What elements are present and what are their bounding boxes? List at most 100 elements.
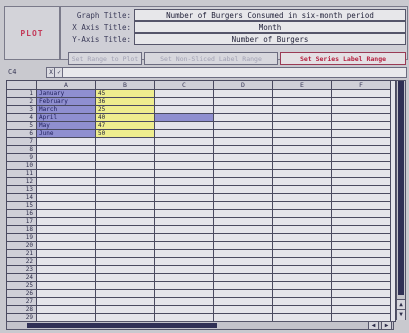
row-header[interactable]: 16	[7, 210, 37, 218]
cell-d7[interactable]	[214, 138, 273, 146]
row-header[interactable]: 14	[7, 194, 37, 202]
cell-c16[interactable]	[155, 210, 214, 218]
cell-a9[interactable]	[37, 154, 96, 162]
cell-e3[interactable]	[273, 106, 332, 114]
cell-e21[interactable]	[273, 250, 332, 258]
cell-f3[interactable]	[332, 106, 391, 114]
cell-f20[interactable]	[332, 242, 391, 250]
cell-f8[interactable]	[332, 146, 391, 154]
cell-c20[interactable]	[155, 242, 214, 250]
cell-d18[interactable]	[214, 226, 273, 234]
cell-b12[interactable]	[96, 178, 155, 186]
cell-d27[interactable]	[214, 298, 273, 306]
row-header[interactable]: 4	[7, 114, 37, 122]
row-header[interactable]: 15	[7, 202, 37, 210]
cell-b23[interactable]	[96, 266, 155, 274]
row-header[interactable]: 10	[7, 162, 37, 170]
cell-c24[interactable]	[155, 274, 214, 282]
cell-d19[interactable]	[214, 234, 273, 242]
x-axis-title-field[interactable]: Month	[134, 21, 406, 33]
cell-e25[interactable]	[273, 282, 332, 290]
set-series-label-range-button[interactable]: Set Series Label Range	[280, 52, 406, 65]
cell-a27[interactable]	[37, 298, 96, 306]
cell-f23[interactable]	[332, 266, 391, 274]
cell-b18[interactable]	[96, 226, 155, 234]
cell-b3[interactable]: 25	[96, 106, 155, 114]
cell-b1[interactable]: 45	[96, 90, 155, 98]
cell-b8[interactable]	[96, 146, 155, 154]
row-header[interactable]: 22	[7, 258, 37, 266]
cell-c9[interactable]	[155, 154, 214, 162]
cell-d3[interactable]	[214, 106, 273, 114]
cell-b6[interactable]: 50	[96, 130, 155, 138]
cell-a25[interactable]	[37, 282, 96, 290]
cell-b9[interactable]	[96, 154, 155, 162]
cell-d25[interactable]	[214, 282, 273, 290]
cell-f18[interactable]	[332, 226, 391, 234]
cell-c26[interactable]	[155, 290, 214, 298]
vertical-scroll-thumb[interactable]	[398, 81, 404, 295]
cell-e7[interactable]	[273, 138, 332, 146]
cell-f19[interactable]	[332, 234, 391, 242]
cell-a8[interactable]	[37, 146, 96, 154]
cell-e19[interactable]	[273, 234, 332, 242]
cell-a19[interactable]	[37, 234, 96, 242]
set-non-sliced-label-range-button[interactable]: Set Non-Sliced Label Range	[144, 52, 278, 65]
row-header[interactable]: 5	[7, 122, 37, 130]
cell-f6[interactable]	[332, 130, 391, 138]
cell-e23[interactable]	[273, 266, 332, 274]
column-header-f[interactable]: F	[332, 81, 391, 90]
cell-e16[interactable]	[273, 210, 332, 218]
cell-d6[interactable]	[214, 130, 273, 138]
cell-c28[interactable]	[155, 306, 214, 314]
vertical-scrollbar[interactable]: ▲ ▼	[396, 80, 406, 320]
cell-b11[interactable]	[96, 170, 155, 178]
cell-d2[interactable]	[214, 98, 273, 106]
cell-b10[interactable]	[96, 162, 155, 170]
cell-b2[interactable]: 36	[96, 98, 155, 106]
cell-e27[interactable]	[273, 298, 332, 306]
cell-a17[interactable]	[37, 218, 96, 226]
row-header[interactable]: 21	[7, 250, 37, 258]
cell-a18[interactable]	[37, 226, 96, 234]
cell-e22[interactable]	[273, 258, 332, 266]
cell-b14[interactable]	[96, 194, 155, 202]
cell-c27[interactable]	[155, 298, 214, 306]
row-header[interactable]: 1	[7, 90, 37, 98]
cell-a14[interactable]	[37, 194, 96, 202]
cell-a4[interactable]: April	[37, 114, 96, 122]
row-header[interactable]: 28	[7, 306, 37, 314]
cell-b24[interactable]	[96, 274, 155, 282]
cell-d13[interactable]	[214, 186, 273, 194]
cell-a5[interactable]: May	[37, 122, 96, 130]
cell-d21[interactable]	[214, 250, 273, 258]
cell-f27[interactable]	[332, 298, 391, 306]
scroll-left-arrow[interactable]: ◀	[368, 321, 379, 330]
cell-a22[interactable]	[37, 258, 96, 266]
cell-f17[interactable]	[332, 218, 391, 226]
cell-b13[interactable]	[96, 186, 155, 194]
cell-b21[interactable]	[96, 250, 155, 258]
cell-e26[interactable]	[273, 290, 332, 298]
cell-a21[interactable]	[37, 250, 96, 258]
cell-f25[interactable]	[332, 282, 391, 290]
cell-a13[interactable]	[37, 186, 96, 194]
cell-a20[interactable]	[37, 242, 96, 250]
cell-a6[interactable]: June	[37, 130, 96, 138]
cell-a28[interactable]	[37, 306, 96, 314]
cell-c12[interactable]	[155, 178, 214, 186]
cell-d28[interactable]	[214, 306, 273, 314]
cell-edit-field[interactable]	[62, 67, 407, 78]
column-header-c[interactable]: C	[155, 81, 214, 90]
cell-f10[interactable]	[332, 162, 391, 170]
cell-c8[interactable]	[155, 146, 214, 154]
spreadsheet-grid[interactable]: A B C D E F 1 January 45 2 February 36 3 March 25 4 Apri…	[6, 80, 396, 322]
cell-a24[interactable]	[37, 274, 96, 282]
graph-title-field[interactable]: Number of Burgers Consumed in six-month …	[134, 9, 406, 21]
cell-e24[interactable]	[273, 274, 332, 282]
cell-b16[interactable]	[96, 210, 155, 218]
cell-e17[interactable]	[273, 218, 332, 226]
cell-c4[interactable]	[155, 114, 214, 122]
cell-c5[interactable]	[155, 122, 214, 130]
cell-a2[interactable]: February	[37, 98, 96, 106]
